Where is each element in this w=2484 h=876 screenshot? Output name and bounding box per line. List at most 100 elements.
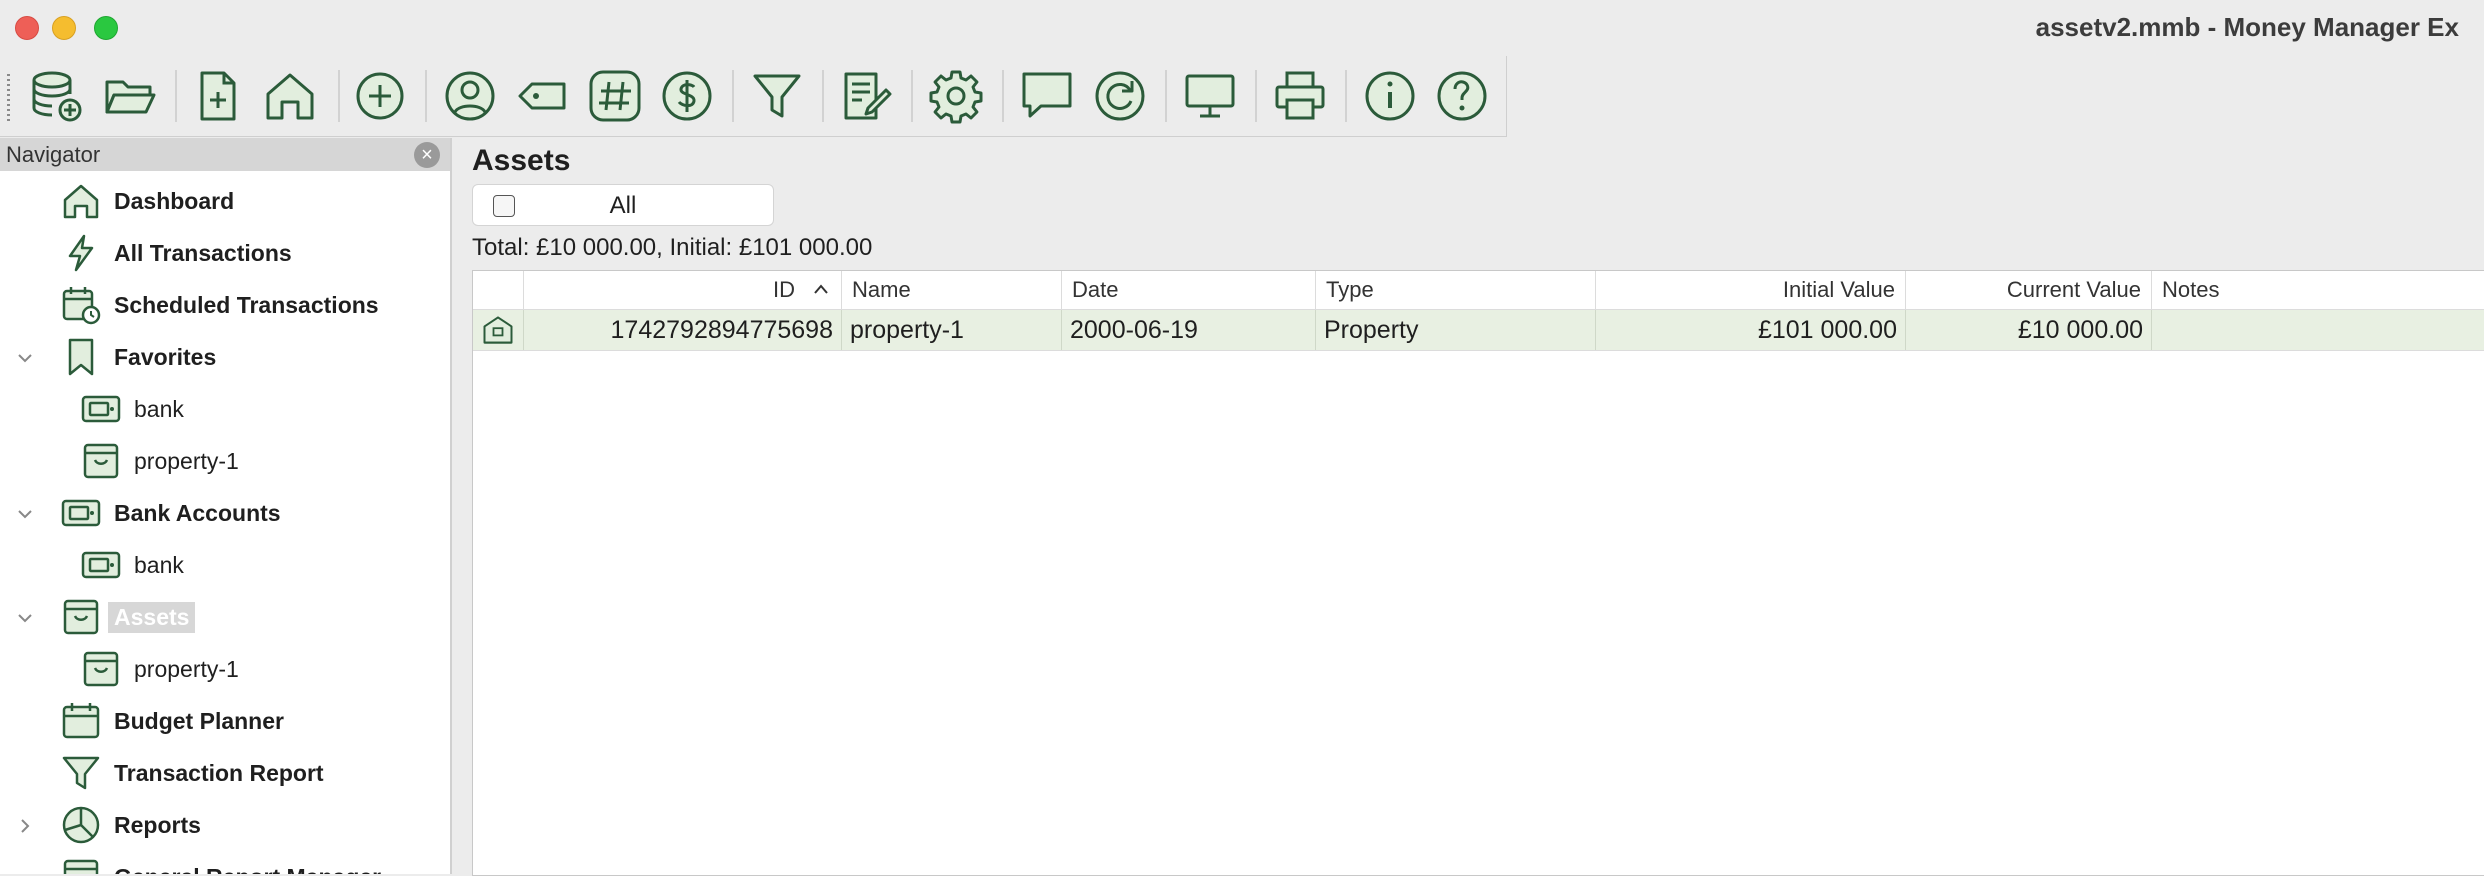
new-transaction-button[interactable] <box>350 66 410 126</box>
toolbar-separator <box>732 70 734 122</box>
chevron-right-icon[interactable] <box>14 815 36 837</box>
toolbar-separator <box>338 70 340 122</box>
custom-sql-button[interactable] <box>836 66 896 126</box>
nav-item-dashboard[interactable]: Dashboard <box>60 179 234 223</box>
full-screen-button[interactable] <box>1180 66 1240 126</box>
column-header-type[interactable]: Type <box>1315 271 1595 309</box>
toolbar-separator <box>425 70 427 122</box>
currencies-button[interactable] <box>657 66 717 126</box>
cell-type: Property <box>1315 310 1595 350</box>
lightning-icon <box>68 234 94 272</box>
nav-item-assets[interactable]: Assets <box>60 595 196 639</box>
cell-date: 2000-06-19 <box>1061 310 1315 350</box>
navigator-tree: Dashboard All Transactions Scheduled Tra… <box>0 171 450 874</box>
settings-button[interactable] <box>926 66 986 126</box>
asset-box-icon <box>83 651 119 687</box>
title-bar: assetv2.mmb - Money Manager Ex <box>0 0 2484 56</box>
nav-item-scheduled-transactions[interactable]: Scheduled Transactions <box>60 283 379 327</box>
toolbar-separator <box>1345 70 1347 122</box>
nav-item-label: Dashboard <box>114 187 235 214</box>
column-header-name[interactable]: Name <box>841 271 1061 309</box>
column-header-icon[interactable] <box>473 271 523 309</box>
new-document-icon <box>200 71 236 121</box>
nav-item-transaction-report[interactable]: Transaction Report <box>60 751 324 795</box>
home-icon <box>63 184 99 219</box>
assets-table: ID Name Date Type Initial Value Current … <box>472 270 2484 876</box>
filter-icon <box>62 756 100 790</box>
toolbar-separator <box>1165 70 1167 122</box>
payees-button[interactable] <box>440 66 500 126</box>
nav-item-label: Transaction Report <box>114 759 324 786</box>
feedback-icon <box>1022 72 1072 118</box>
table-row[interactable]: 1742792894775698 property-1 2000-06-19 P… <box>473 310 2484 351</box>
print-button[interactable] <box>1270 66 1330 126</box>
nav-item-reports[interactable]: Reports <box>60 803 201 847</box>
nav-item-all-transactions[interactable]: All Transactions <box>60 231 292 275</box>
cell-initial-value: £101 000.00 <box>1595 310 1905 350</box>
dashboard-button[interactable] <box>260 66 320 126</box>
nav-item-favorites[interactable]: Favorites <box>60 335 216 379</box>
asset-type-filter[interactable]: All <box>472 184 774 226</box>
nav-item-property-1[interactable]: property-1 <box>80 647 239 691</box>
new-account-button[interactable] <box>188 66 248 126</box>
nav-item-label: Reports <box>114 811 201 838</box>
monitor-icon <box>1185 74 1235 118</box>
calendar-icon <box>62 703 100 739</box>
page-title: Assets <box>472 144 571 177</box>
calendar-clock-icon <box>62 287 101 325</box>
feedback-button[interactable] <box>1017 66 1077 126</box>
sort-ascending-icon[interactable] <box>813 283 829 295</box>
info-icon <box>1365 71 1415 121</box>
table-header: ID Name Date Type Initial Value Current … <box>473 271 2484 310</box>
help-button[interactable] <box>1432 66 1492 126</box>
nav-item-bank-accounts[interactable]: Bank Accounts <box>60 491 281 535</box>
bank-account-icon <box>81 551 121 579</box>
column-header-notes[interactable]: Notes <box>2151 271 2484 309</box>
close-navigator-icon[interactable]: × <box>414 142 440 168</box>
nav-item-label: Assets <box>108 601 196 633</box>
transaction-filter-button[interactable] <box>747 66 807 126</box>
cell-current-value: £10 000.00 <box>1905 310 2151 350</box>
chevron-down-icon[interactable] <box>14 607 36 629</box>
refresh-icon <box>1095 71 1145 121</box>
bank-account-icon <box>81 395 121 423</box>
nav-item-label: Favorites <box>114 343 217 370</box>
nav-item-general-report-manager[interactable]: General Report Manager <box>60 855 381 874</box>
column-header-date[interactable]: Date <box>1061 271 1315 309</box>
nav-item-label: Bank Accounts <box>114 499 281 526</box>
chevron-down-icon[interactable] <box>14 503 36 525</box>
toolbar-separator <box>911 70 913 122</box>
cell-notes <box>2151 310 2484 350</box>
bank-account-icon <box>61 499 101 527</box>
nav-item-budget-planner[interactable]: Budget Planner <box>60 699 284 743</box>
toolbar-separator <box>822 70 824 122</box>
column-header-current-value[interactable]: Current Value <box>1905 271 2151 309</box>
nav-item-favorite-bank[interactable]: bank <box>80 387 184 431</box>
toolbar-grip[interactable] <box>7 74 10 122</box>
nav-item-label: property-1 <box>134 447 239 474</box>
edit-note-icon <box>844 72 892 120</box>
window-title: assetv2.mmb - Money Manager Ex <box>2035 12 2459 42</box>
column-header-id[interactable]: ID <box>523 271 841 309</box>
nav-item-favorite-property-1[interactable]: property-1 <box>80 439 239 483</box>
chevron-down-icon[interactable] <box>14 347 36 369</box>
refresh-button[interactable] <box>1090 66 1150 126</box>
nav-item-bank[interactable]: bank <box>80 543 184 587</box>
column-header-initial-value[interactable]: Initial Value <box>1595 271 1905 309</box>
maximize-window-button[interactable] <box>94 16 118 40</box>
settings-gear-icon <box>929 70 983 124</box>
about-button[interactable] <box>1360 66 1420 126</box>
categories-button[interactable] <box>585 66 645 126</box>
minimize-window-button[interactable] <box>52 16 76 40</box>
navigator-header: Navigator × <box>0 138 452 171</box>
main-toolbar <box>0 56 1507 137</box>
toolbar-separator <box>175 70 177 122</box>
close-window-button[interactable] <box>15 16 39 40</box>
nav-item-label: All Transactions <box>114 239 292 266</box>
open-database-button[interactable] <box>100 66 160 126</box>
tags-button[interactable] <box>512 66 572 126</box>
new-database-button[interactable] <box>26 66 86 126</box>
currency-icon <box>662 71 712 121</box>
assets-panel: Assets All Total: £10 000.00, Initial: £… <box>452 138 2484 876</box>
nav-item-label: Budget Planner <box>114 707 284 734</box>
